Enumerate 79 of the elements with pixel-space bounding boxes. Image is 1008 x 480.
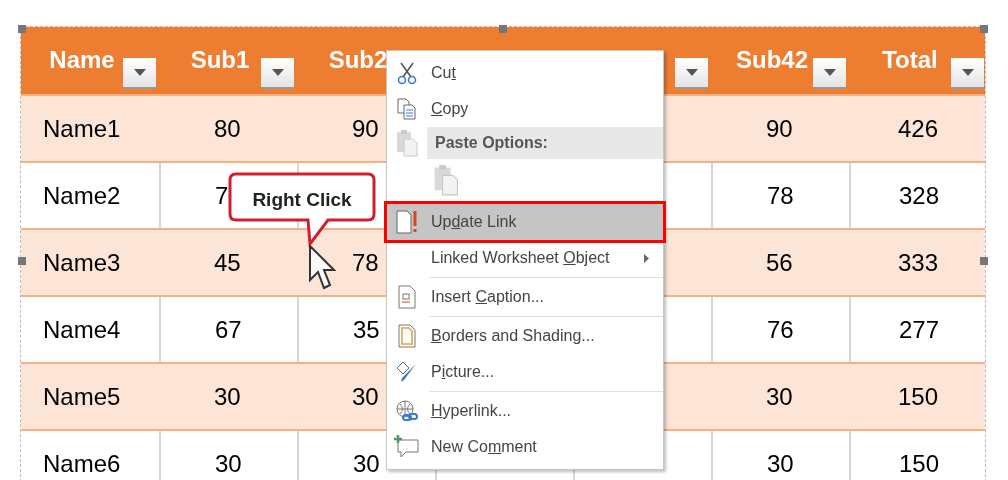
table-cell-text: 30 bbox=[214, 381, 241, 412]
callout-text: Right Click bbox=[251, 188, 353, 212]
menu-item[interactable]: Update Link bbox=[387, 204, 663, 240]
selection-handle[interactable] bbox=[980, 25, 988, 33]
table-cell-text: 30 bbox=[353, 448, 380, 479]
menu-item-label: Linked Worksheet Object bbox=[431, 248, 610, 268]
menu-section-header: Paste Options: bbox=[427, 127, 663, 159]
table-cell-text: 76 bbox=[767, 314, 794, 345]
table-cell-text: 7 bbox=[215, 180, 229, 211]
submenu-arrow-icon bbox=[644, 253, 649, 263]
table-cell-text: 78 bbox=[352, 247, 379, 278]
table-cell-text: 277 bbox=[898, 314, 939, 345]
table-cell-text: 45 bbox=[214, 247, 241, 278]
filter-dropdown[interactable] bbox=[951, 58, 984, 89]
clipboard-icon bbox=[396, 129, 418, 157]
caret-icon bbox=[133, 69, 146, 76]
filter-dropdown[interactable] bbox=[261, 58, 294, 89]
caret-icon bbox=[271, 69, 284, 76]
table-cell-text: 30 bbox=[767, 448, 794, 479]
menu-item[interactable]: New Comment bbox=[387, 429, 663, 465]
table-cell-text: 80 bbox=[214, 113, 241, 144]
column-header: Name bbox=[49, 44, 115, 75]
filter-dropdown[interactable] bbox=[813, 58, 846, 89]
column-header: Sub42 bbox=[736, 44, 808, 75]
caret-icon bbox=[961, 69, 974, 76]
table-cell-text: 56 bbox=[766, 247, 793, 278]
menu-item-label: Cut bbox=[431, 63, 456, 83]
table-cell-text: 90 bbox=[352, 113, 379, 144]
menu-item[interactable]: Cut bbox=[387, 55, 663, 91]
table-cell-text: Name3 bbox=[43, 247, 121, 278]
table-cell-text: Name5 bbox=[43, 381, 121, 412]
menu-item[interactable]: Insert Caption... bbox=[387, 279, 663, 315]
table-cell-text: Name1 bbox=[43, 113, 121, 144]
table-cell-text: 90 bbox=[766, 113, 793, 144]
menu-item[interactable]: Linked Worksheet Object bbox=[387, 240, 663, 276]
menu-item-label: New Comment bbox=[431, 437, 537, 457]
table-cell-text: 426 bbox=[897, 113, 938, 144]
caret-icon bbox=[823, 69, 836, 76]
menu-item-label: Borders and Shading... bbox=[431, 326, 595, 346]
table-cell-text: 150 bbox=[898, 448, 939, 479]
filter-dropdown[interactable] bbox=[675, 58, 708, 89]
copy-icon bbox=[396, 97, 418, 121]
menu-item-label: Update Link bbox=[431, 212, 517, 232]
menu-item[interactable]: Picture... bbox=[387, 354, 663, 390]
selection-handle[interactable] bbox=[18, 25, 26, 33]
table-cell-text: 78 bbox=[767, 180, 794, 211]
menu-item-label: Insert Caption... bbox=[431, 287, 544, 307]
column-header: Sub2 bbox=[328, 44, 388, 75]
menu-item-label: Picture... bbox=[431, 362, 495, 382]
table-cell-text: Name4 bbox=[43, 314, 121, 345]
document-warning-icon bbox=[395, 209, 419, 235]
table-cell-text: 67 bbox=[215, 314, 242, 345]
table-cell-text: Name6 bbox=[43, 448, 121, 479]
table-cell-text: 150 bbox=[897, 381, 938, 412]
table-cell-text: 333 bbox=[897, 247, 938, 278]
menu-item-label: Hyperlink... bbox=[431, 401, 512, 421]
caption-icon bbox=[397, 285, 417, 309]
comment-icon bbox=[394, 435, 420, 459]
table-cell-text: 30 bbox=[215, 448, 242, 479]
selection-handle[interactable] bbox=[499, 25, 507, 33]
filter-dropdown[interactable] bbox=[123, 58, 156, 89]
borders-icon bbox=[397, 324, 417, 348]
globe-link-icon bbox=[395, 399, 419, 423]
table-cell-text: 30 bbox=[766, 381, 793, 412]
paste-option-icon[interactable] bbox=[433, 164, 459, 196]
menu-item-label: Copy bbox=[431, 99, 469, 119]
selection-handle[interactable] bbox=[18, 257, 26, 265]
table-cell-text: Name2 bbox=[43, 180, 121, 211]
table-cell-text: 30 bbox=[352, 381, 379, 412]
column-header: Sub1 bbox=[190, 44, 250, 75]
table-cell-text: 35 bbox=[353, 314, 380, 345]
table-cell-text: 328 bbox=[898, 180, 939, 211]
caret-icon bbox=[685, 69, 698, 76]
menu-item[interactable]: Copy bbox=[387, 91, 663, 127]
column-header: Total bbox=[882, 44, 938, 75]
selection-handle[interactable] bbox=[980, 257, 988, 265]
menu-item[interactable]: Borders and Shading... bbox=[387, 318, 663, 354]
scissors-icon bbox=[396, 61, 418, 85]
menu-item[interactable]: Hyperlink... bbox=[387, 393, 663, 429]
